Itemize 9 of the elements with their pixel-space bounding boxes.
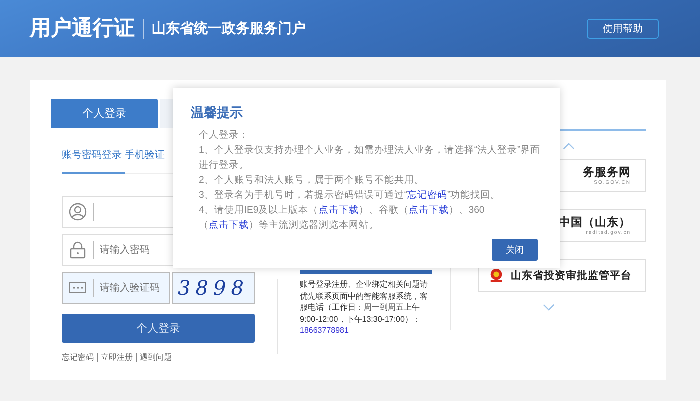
platform-title: 山东省投资审批监管平台 <box>511 268 632 282</box>
site-title: 用户通行证 <box>30 18 144 38</box>
dialog-title: 温馨提示 <box>191 104 244 122</box>
notice-text: 个人登录： <box>199 129 250 143</box>
notice-text: 3、登录名为手机号时，若提示密码错误可通过“忘记密码”功能找回。 <box>199 189 502 203</box>
site-subtitle: 山东省统一政务服务门户 <box>152 20 306 38</box>
platform-title: 务服务网 <box>583 165 631 180</box>
help-text: 账号登录注册、企业绑定相关问题请优先联系页面中的智能客服系统，客服电话（工作日：周一到周五上午9:00-12:00，下午13:30-17:00）： <box>300 279 429 325</box>
notice-text: 2、个人账号和法人账号，属于两个账号不能共用。 <box>199 174 426 188</box>
